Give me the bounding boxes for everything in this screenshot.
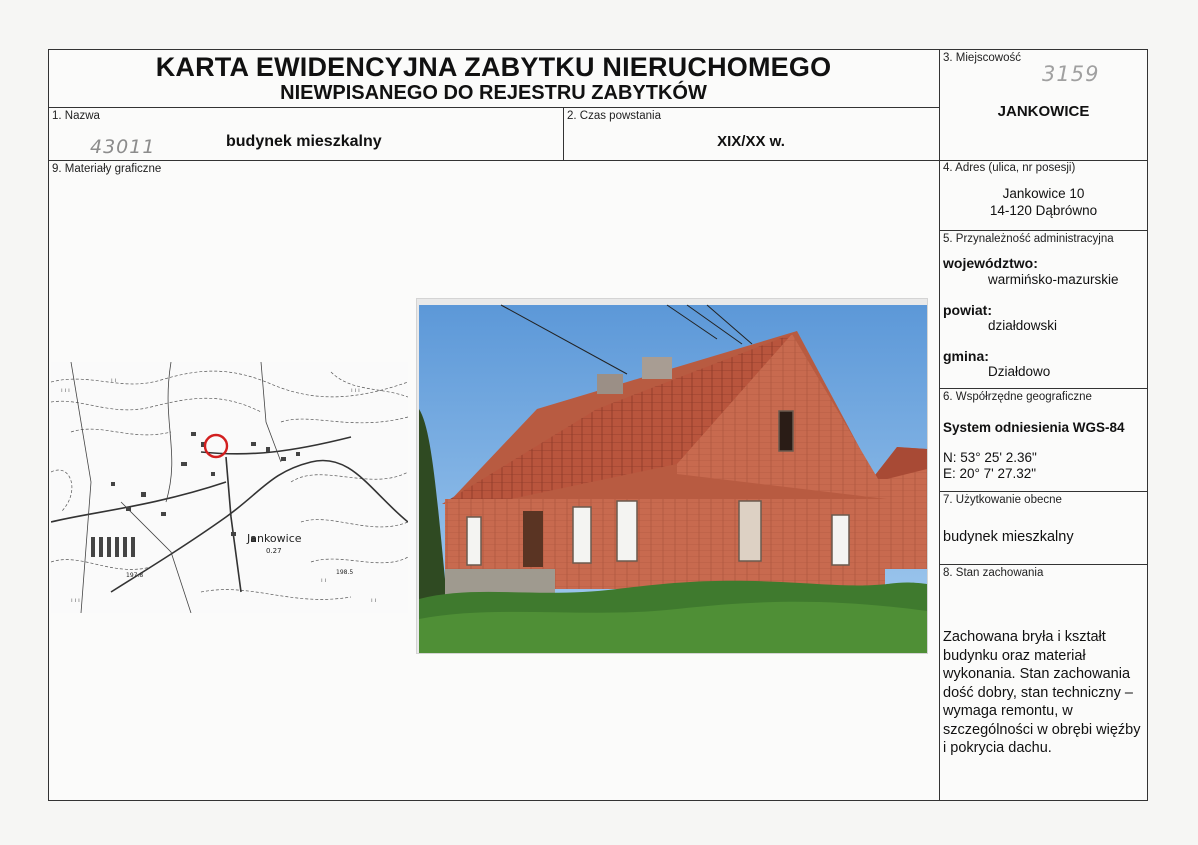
building-photo [419,304,927,653]
coords-east: E: 20° 7' 27.32" [943,466,1037,481]
address-line-1: Jankowice 10 [1002,186,1085,201]
handwritten-inventory-number: 43011 [90,136,156,158]
roads [50,436,409,593]
svg-text:ı ı ı: ı ı ı [61,387,70,394]
address-divider [939,230,1148,231]
card-title: KARTA EWIDENCYJNA ZABYTKU NIERUCHOMEGO [155,52,832,82]
usage-value: budynek mieszkalny [943,529,1074,545]
graphics-label: 9. Materiały graficzne [52,163,162,175]
coords-north: N: 53° 25' 2.36" [943,450,1037,465]
name-value: budynek mieszkalny [226,133,382,150]
date-label: 2. Czas powstania [567,110,661,122]
map-place-label: Jankowice [246,532,302,545]
photo-chimney-2 [642,357,672,379]
name-label: 1. Nazwa [52,110,100,122]
locality-label: 3. Miejscowość [943,52,1021,64]
handwritten-card-number: 3159 [1042,62,1100,86]
commune-value: Działdowo [988,364,1051,379]
address-line-2: 14-120 Dąbrówno [989,203,1098,218]
minor-roads [70,361,282,614]
admin-label: 5. Przynależność administracyjna [943,233,1114,245]
title-divider [48,107,939,108]
coords-system: System odniesienia WGS-84 [943,420,1125,435]
photo-chimney-1 [597,374,623,394]
map-spot-height-1: 0.27 [266,547,282,555]
state-description: Zachowana bryła i kształt budynku oraz m… [943,629,1141,756]
coords-divider [939,491,1148,492]
date-value: XIX/XX w. [717,133,785,150]
locality-value: JANKOWICE [997,103,1090,120]
commune-label: gmina: [943,348,989,364]
map-drawing: ı ı ı ı ı ı ı ı ı ı ı ı ı ı ı Jankowice 0.2… [50,361,409,614]
svg-text:ı ı: ı ı [321,577,327,584]
right-column-divider [939,49,940,801]
state-label: 8. Stan zachowania [943,567,1044,579]
map-symbols: ı ı ı ı ı ı ı ı ı ı ı ı ı ı ı [61,377,377,604]
svg-text:ı ı ı: ı ı ı [351,387,360,394]
county-value: działdowski [988,318,1058,333]
map-spot-height-3: 197.8 [126,572,143,579]
address-label: 4. Adres (ulica, nr posesji) [943,162,1076,174]
svg-text:ı ı: ı ı [371,597,377,604]
topographic-map: ı ı ı ı ı ı ı ı ı ı ı ı ı ı ı Jankowice 0.2… [50,361,409,614]
svg-text:ı ı: ı ı [111,377,117,384]
admin-divider [939,388,1148,389]
building-photo-frame [416,298,928,654]
map-spot-height-2: 198.5 [336,569,353,576]
fields-divider [48,160,1148,161]
card-subtitle: NIEWPISANEGO DO REJESTRU ZABYTKÓW [280,82,707,104]
svg-text:ı ı ı: ı ı ı [71,597,80,604]
county-label: powiat: [943,302,992,318]
usage-label: 7. Użytkowanie obecne [943,494,1062,506]
voivodeship-value: warmińsko-mazurskie [988,272,1119,287]
contour-lines [50,370,409,600]
photo-door [523,511,543,567]
usage-divider [939,564,1148,565]
coords-label: 6. Współrzędne geograficzne [943,391,1092,403]
voivodeship-label: województwo: [943,255,1038,271]
